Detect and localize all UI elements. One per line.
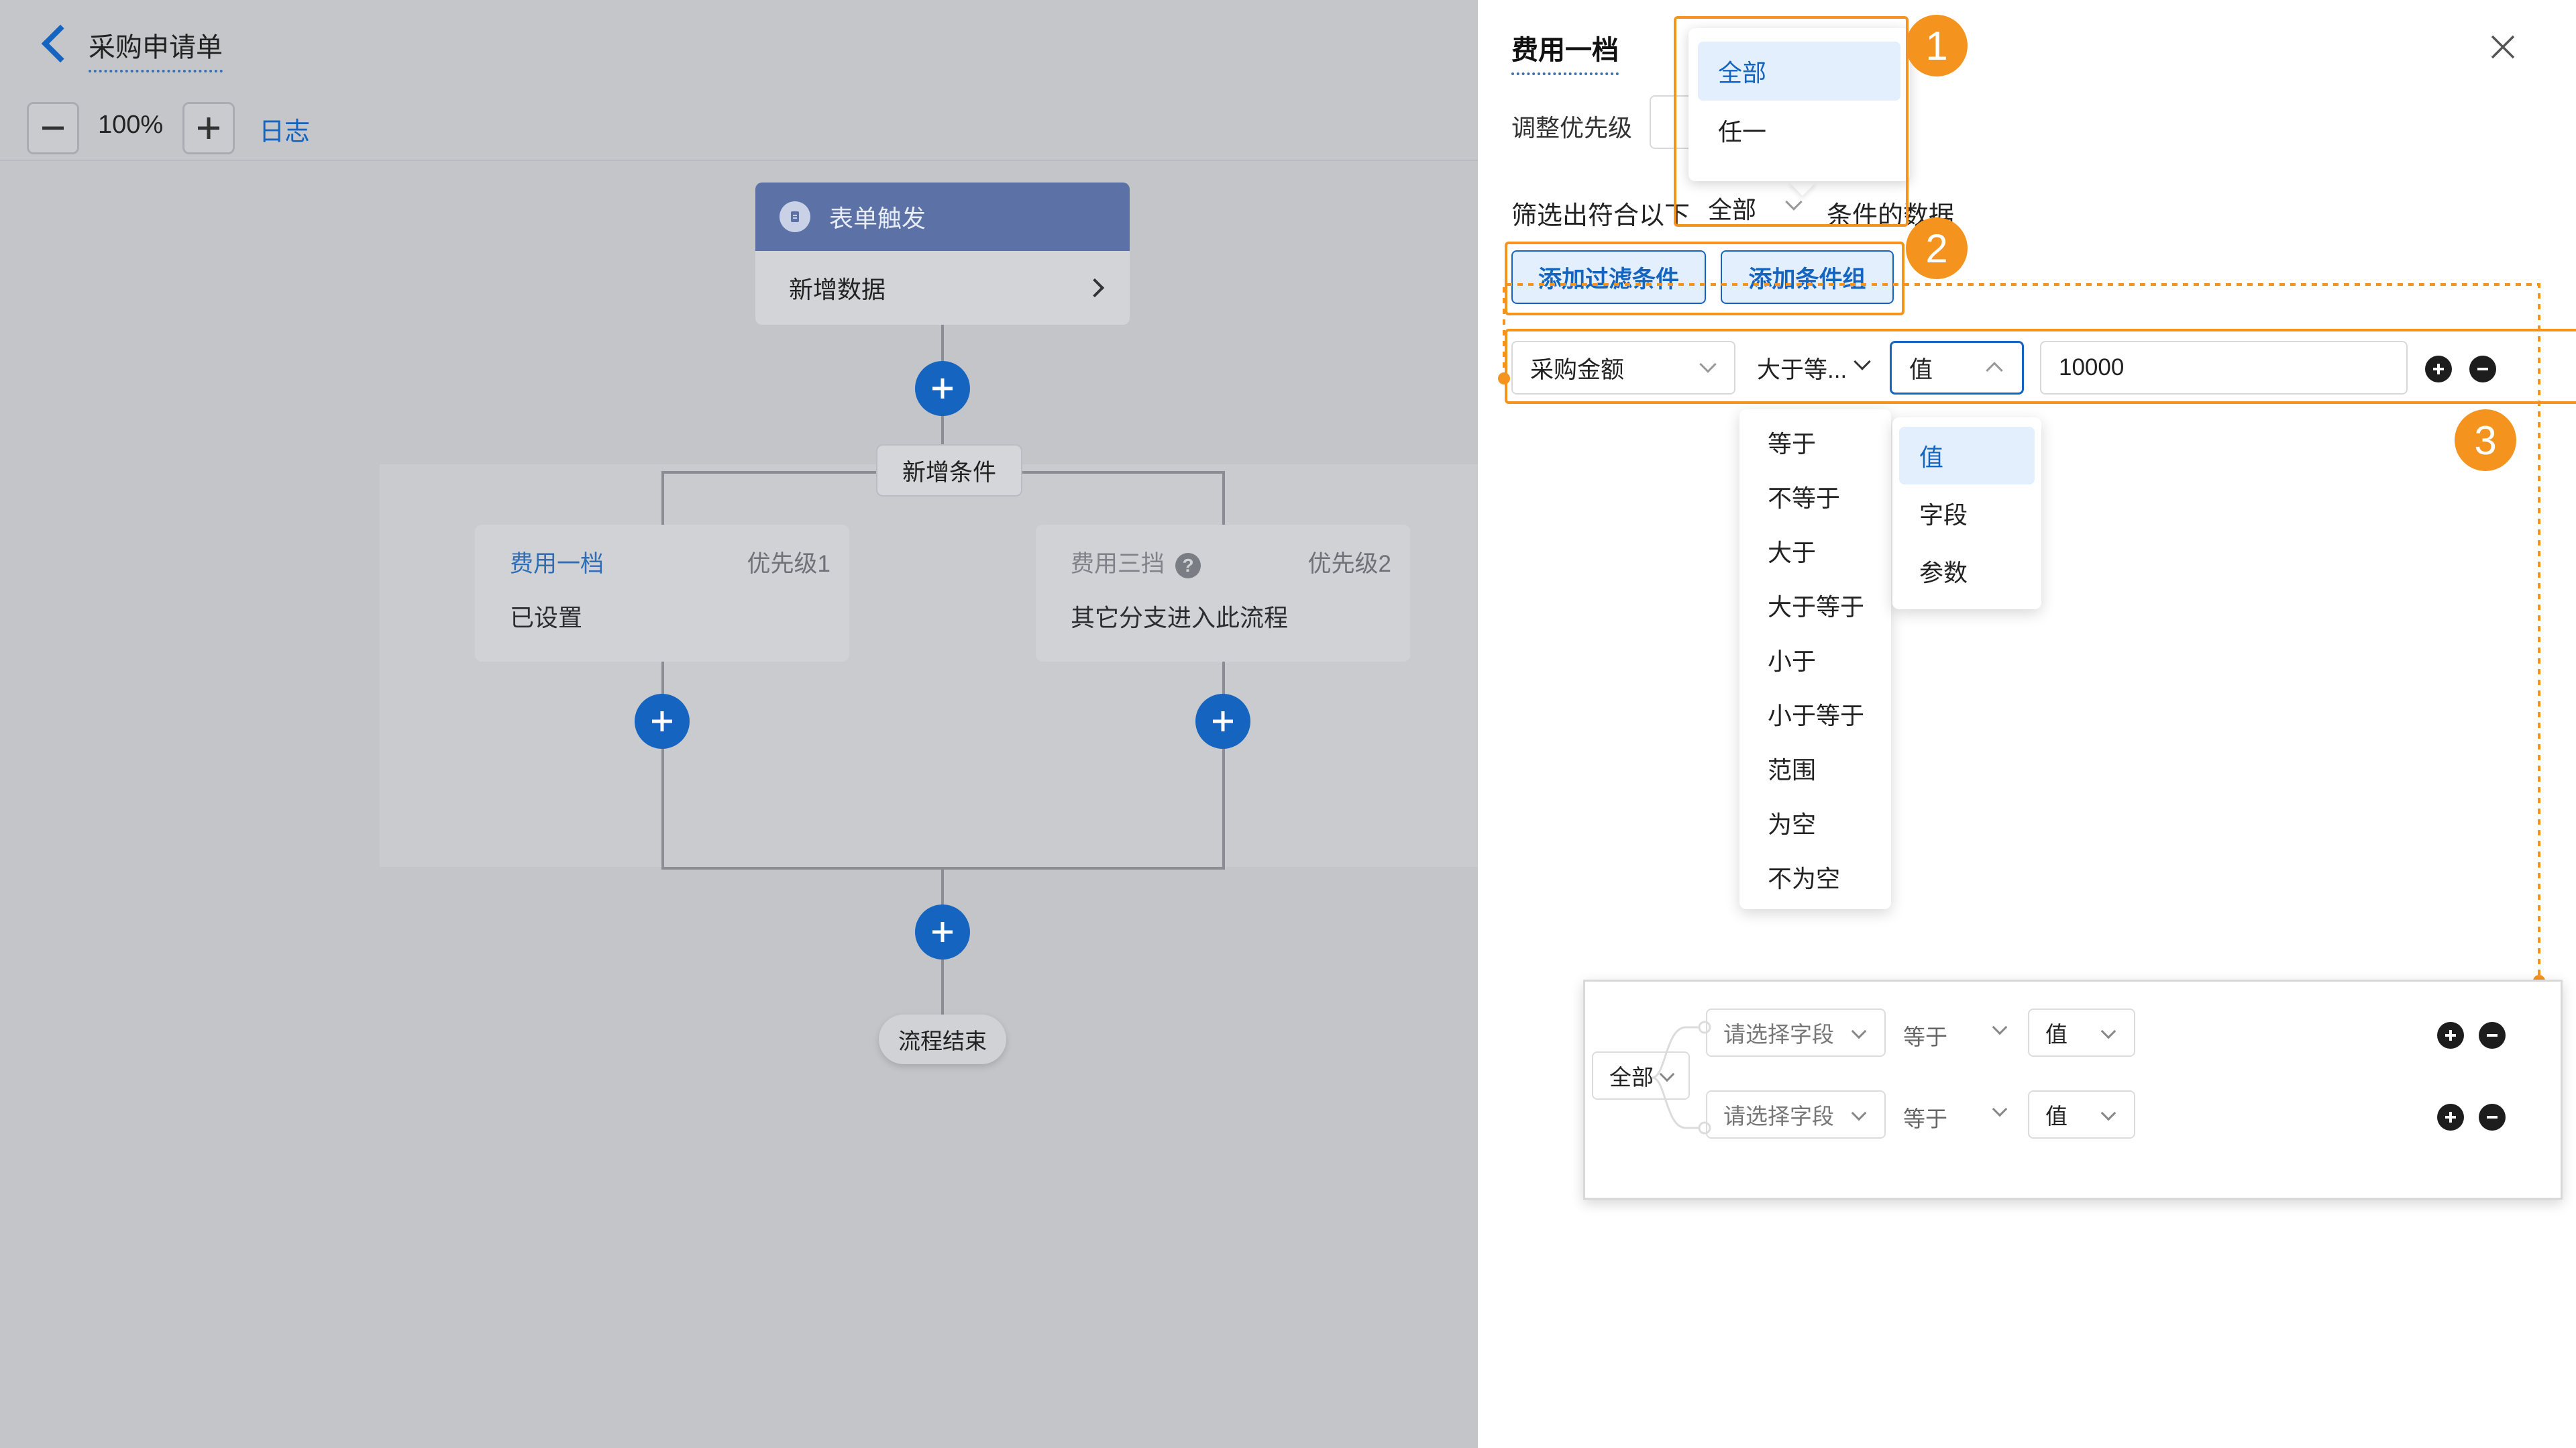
value-type-value: 值 [2045, 1104, 2068, 1129]
operator-value[interactable]: 等于 [1903, 1019, 1947, 1051]
branch-desc: 已设置 [510, 604, 583, 631]
chevron-down-icon [1851, 1023, 1867, 1039]
filter-prefix: 筛选出符合以下 [1511, 202, 1690, 230]
value-type-select[interactable]: 值 [2028, 1009, 2135, 1057]
value-type-select[interactable]: 值 [2028, 1090, 2135, 1139]
zoom-out-button[interactable] [27, 102, 79, 154]
minus-icon [42, 126, 64, 130]
plus-icon [1213, 711, 1233, 731]
help-icon[interactable]: ? [1175, 552, 1201, 578]
trigger-body-label: 新增数据 [789, 276, 886, 303]
flow-canvas: 采购申请单 100% 日志 表单触发 新增数据 新增条件 费用一档 优先级1 已… [0, 0, 1478, 1448]
add-circle-icon[interactable] [2437, 1022, 2464, 1049]
plus-icon [932, 922, 953, 942]
operator-value[interactable]: 等于 [1903, 1101, 1947, 1133]
branch-title: 费用三挡 [1071, 551, 1165, 577]
branch-card-2[interactable]: 费用三挡? 优先级2 其它分支进入此流程 [1036, 525, 1410, 662]
plus-icon [198, 117, 219, 139]
top-toolbar: 采购申请单 100% 日志 [0, 0, 1478, 161]
condition-group-example: 全部 请选择字段 等于 值 请选择字段 等于 值 [1583, 980, 2563, 1200]
trigger-header: 表单触发 [755, 183, 1130, 251]
chevron-down-icon [1659, 1066, 1675, 1082]
branch-priority: 优先级2 [1307, 551, 1391, 577]
zoom-level: 100% [98, 111, 164, 139]
field-placeholder: 请选择字段 [1723, 1022, 1834, 1047]
add-node-button[interactable] [635, 694, 690, 749]
remove-circle-icon[interactable] [2479, 1104, 2506, 1131]
annotation-connector [1498, 283, 2545, 987]
add-circle-icon[interactable] [2437, 1104, 2464, 1131]
chevron-down-icon [2100, 1105, 2116, 1121]
group-match-value: 全部 [1609, 1065, 1654, 1090]
annotation-badge: 1 [1906, 15, 1968, 76]
branch-priority: 优先级1 [747, 551, 830, 577]
add-node-button[interactable] [915, 361, 970, 416]
add-condition-button[interactable]: 新增条件 [876, 444, 1022, 497]
field-placeholder: 请选择字段 [1723, 1104, 1834, 1129]
field-select[interactable]: 请选择字段 [1706, 1090, 1886, 1139]
branch-card-1[interactable]: 费用一档 优先级1 已设置 [475, 525, 849, 662]
remove-circle-icon[interactable] [2479, 1022, 2506, 1049]
chevron-right-icon [1085, 278, 1105, 298]
trigger-node[interactable]: 表单触发 新增数据 [755, 183, 1130, 325]
plus-icon [652, 711, 672, 731]
group-match-select[interactable]: 全部 [1592, 1051, 1690, 1100]
zoom-in-button[interactable] [182, 102, 235, 154]
value-type-value: 值 [2045, 1022, 2068, 1047]
priority-label: 调整优先级 [1511, 114, 1633, 142]
field-select[interactable]: 请选择字段 [1706, 1009, 1886, 1057]
add-node-button[interactable] [1195, 694, 1250, 749]
form-icon [780, 201, 810, 232]
chevron-down-icon [1851, 1105, 1867, 1121]
end-node: 流程结束 [879, 1015, 1006, 1064]
panel-title[interactable]: 费用一档 [1511, 28, 1619, 75]
chevron-down-icon[interactable] [1992, 1101, 2008, 1117]
add-node-button[interactable] [915, 904, 970, 960]
chevron-down-icon[interactable] [1992, 1019, 2008, 1035]
trigger-body[interactable]: 新增数据 [755, 251, 1130, 325]
branch-desc: 其它分支进入此流程 [1071, 604, 1289, 631]
plus-icon [932, 378, 953, 399]
close-icon[interactable] [2489, 34, 2516, 60]
app-title[interactable]: 采购申请单 [89, 25, 223, 72]
trigger-title: 表单触发 [829, 205, 926, 232]
annotation-highlight-1 [1674, 16, 1909, 227]
chevron-down-icon [2100, 1023, 2116, 1039]
back-icon[interactable] [41, 24, 80, 63]
log-link[interactable]: 日志 [259, 111, 310, 148]
branch-title: 费用一档 [510, 551, 604, 577]
